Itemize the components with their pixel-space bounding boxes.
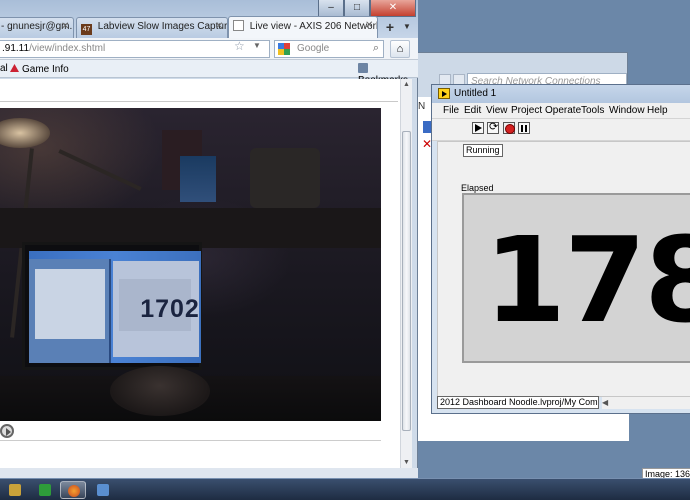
vertical-scrollbar[interactable]: ▲ ▼ [400, 79, 412, 468]
menu-operate[interactable]: Operate [545, 105, 581, 116]
close-icon[interactable]: ✕ [215, 21, 225, 32]
star-icon[interactable]: ☆ [234, 39, 245, 53]
menu-project[interactable]: Project [511, 105, 542, 116]
menu-window[interactable]: Window [609, 105, 645, 116]
game-info-icon [9, 63, 20, 74]
url-input[interactable]: .91.11/view/index.shtml [0, 40, 270, 58]
scroll-down-icon[interactable]: ▼ [403, 459, 410, 466]
tab-axis-live-view[interactable]: Live view - AXIS 206 Network Cam... ✕ [228, 16, 378, 38]
explorer-icon [9, 484, 21, 496]
tab-labview-forum[interactable]: 47 Labview Slow Images Capture - C... ✕ [76, 17, 228, 38]
abort-icon[interactable] [503, 122, 515, 134]
taskbar-item-firefox[interactable] [60, 481, 86, 499]
taskbar [0, 478, 690, 500]
play-icon[interactable] [0, 424, 14, 438]
menu-view[interactable]: View [486, 105, 508, 116]
tab-label: Live view - AXIS 206 Network Cam... [249, 21, 378, 32]
close-icon[interactable]: ✕ [365, 20, 375, 31]
taskbar-item[interactable] [2, 481, 28, 499]
menu-file[interactable]: File [443, 105, 459, 116]
firefox-window[interactable]: – □ ✕ - gnunesjr@gm... ✕ 47 Labview Slow… [0, 0, 418, 478]
lamp-arm [58, 149, 142, 191]
close-icon[interactable]: ✕ [61, 21, 71, 32]
bookmark-item[interactable]: al [0, 63, 8, 74]
google-icon[interactable] [278, 43, 290, 55]
labview-vi-icon [438, 88, 450, 99]
elapsed-indicator[interactable]: 178 [462, 193, 690, 363]
home-icon[interactable]: ⌂ [390, 40, 410, 58]
scroll-left-icon[interactable]: ◀ [602, 398, 608, 407]
horizontal-scrollbar[interactable]: ◀ [602, 397, 690, 409]
status-bar [0, 468, 418, 478]
network-heading-fragment: N [418, 101, 426, 112]
monitor: 1702 [22, 242, 202, 370]
new-tab-button[interactable]: + [380, 18, 400, 37]
menu-help[interactable]: Help [647, 105, 668, 116]
labview-toolbar [432, 119, 690, 141]
maximize-button[interactable]: □ [344, 0, 370, 17]
run-continuously-icon[interactable] [487, 120, 499, 134]
run-arrow-icon[interactable] [472, 122, 484, 134]
taskbar-item[interactable] [90, 481, 116, 499]
app-icon [39, 484, 51, 496]
elapsed-value: 178 [484, 211, 690, 349]
camera-feed-number: 1702 [140, 295, 200, 323]
tab-gmail[interactable]: - gnunesjr@gm... ✕ [0, 17, 74, 38]
bookmarks-toolbar: al Game Info Bookmarks [0, 60, 418, 86]
hand [110, 366, 210, 416]
minimize-button[interactable]: – [318, 0, 344, 17]
lamp-shade [0, 118, 50, 148]
window-title: Untitled 1 [454, 88, 497, 99]
bookmark-game-info[interactable]: Game Info [9, 63, 69, 75]
tab-bar: – □ ✕ - gnunesjr@gm... ✕ 47 Labview Slow… [0, 0, 418, 38]
page-icon [233, 20, 244, 31]
indicator-label: Elapsed [461, 183, 494, 193]
labview-window[interactable]: Untitled 1 File Edit View Project Operat… [431, 84, 690, 414]
chevron-down-icon[interactable]: ▼ [253, 41, 261, 50]
bookmark-label: Game Info [22, 64, 69, 75]
close-button[interactable]: ✕ [370, 0, 416, 17]
chevron-down-icon[interactable]: ▼ [400, 22, 414, 36]
pause-icon[interactable] [518, 122, 530, 134]
network-icon [97, 484, 109, 496]
monitor-screen: 1702 [29, 251, 201, 363]
search-input[interactable]: Google ⌕ [274, 40, 384, 58]
taskbar-item[interactable] [32, 481, 58, 499]
navigation-toolbar: .91.11/view/index.shtml ☆ ▼ Google ⌕ ⌂ [0, 38, 418, 60]
scroll-up-icon[interactable]: ▲ [403, 81, 410, 88]
cup [180, 156, 216, 202]
search-placeholder: Google [297, 43, 330, 54]
menu-bar: File Edit View Project Operate Tools Win… [432, 103, 690, 119]
screen-window [29, 259, 111, 363]
divider [0, 101, 398, 102]
front-panel: Running Elapsed 178 [437, 141, 690, 397]
bookmarks-icon [358, 63, 368, 73]
video-controls [0, 421, 381, 441]
forum-47-icon: 47 [81, 24, 92, 35]
menu-tools[interactable]: Tools [581, 105, 604, 116]
menu-edit[interactable]: Edit [464, 105, 481, 116]
labview-titlebar[interactable]: Untitled 1 [432, 85, 690, 103]
speaker [250, 148, 320, 208]
url-host: .91.11 [2, 43, 30, 54]
running-status: Running [463, 144, 503, 157]
url-path: /view/index.shtml [29, 43, 106, 54]
search-icon[interactable]: ⌕ [373, 42, 379, 55]
tab-label: Labview Slow Images Capture - C... [97, 21, 228, 32]
camera-live-view[interactable]: 1702 [0, 108, 381, 421]
scrollbar-thumb[interactable] [402, 131, 411, 431]
project-status-path: 2012 Dashboard Noodle.lvproj/My Computer [437, 396, 599, 409]
firefox-icon [68, 485, 80, 497]
